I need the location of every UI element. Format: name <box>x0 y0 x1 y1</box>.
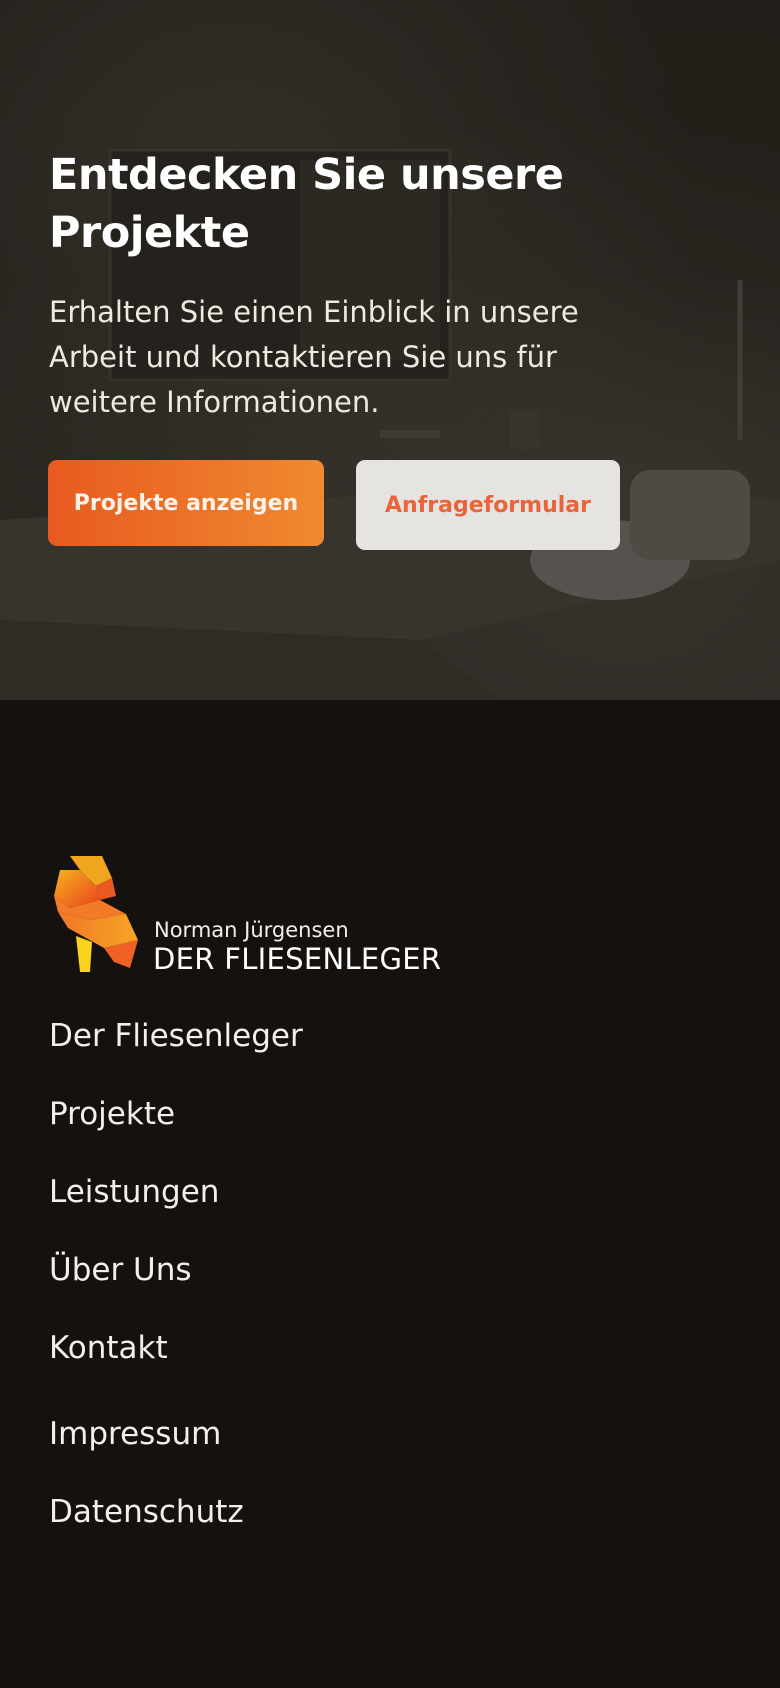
hero-title: Entdecken Sie unsere Projekte <box>49 150 564 258</box>
logo-tagline: DER FLIESENLEGER <box>153 942 442 976</box>
view-projects-button[interactable]: Projekte anzeigen <box>48 460 324 546</box>
hero-subtitle: Erhalten Sie einen Einblick in unsere Ar… <box>49 295 579 419</box>
footer-link-datenschutz[interactable]: Datenschutz <box>49 1494 244 1530</box>
footer-link-kontakt[interactable]: Kontakt <box>49 1330 168 1366</box>
company-logo[interactable]: Norman Jürgensen DER FLIESENLEGER <box>50 856 450 976</box>
footer-link-der-fliesenleger[interactable]: Der Fliesenleger <box>49 1018 303 1054</box>
logo-owner-name: Norman Jürgensen <box>154 918 349 942</box>
hero-section: Entdecken Sie unsere Projekte Erhalten S… <box>0 0 780 700</box>
footer: Norman Jürgensen DER FLIESENLEGER Der Fl… <box>0 700 780 1688</box>
inquiry-form-button[interactable]: Anfrageformular <box>356 460 620 550</box>
footer-link-impressum[interactable]: Impressum <box>49 1416 221 1452</box>
footer-link-leistungen[interactable]: Leistungen <box>49 1174 219 1210</box>
footer-link-projekte[interactable]: Projekte <box>49 1096 175 1132</box>
footer-link-ueber-uns[interactable]: Über Uns <box>49 1252 192 1288</box>
origami-parrot-icon <box>54 856 138 972</box>
